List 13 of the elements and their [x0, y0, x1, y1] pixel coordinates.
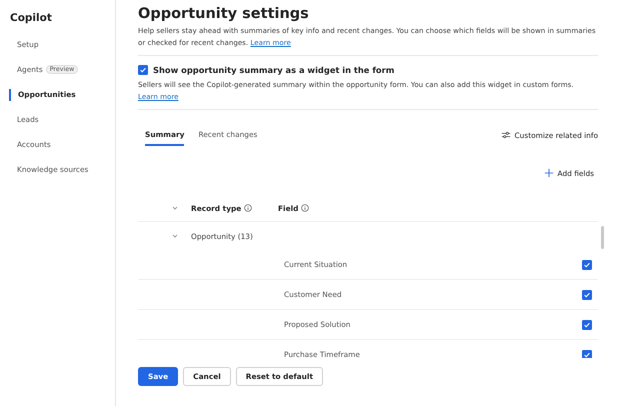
field-checkbox[interactable]	[582, 260, 592, 270]
info-icon	[244, 204, 252, 212]
plus-icon	[544, 168, 554, 178]
field-checkbox[interactable]	[582, 320, 592, 330]
sidebar-title: Copilot	[9, 12, 53, 24]
widget-option-label: Show opportunity summary as a widget in the form	[153, 65, 394, 75]
sliders-icon	[500, 130, 510, 140]
field-checkbox[interactable]	[582, 350, 592, 358]
widget-checkbox[interactable]	[138, 65, 148, 75]
field-checkbox[interactable]	[582, 290, 592, 300]
scrollbar-thumb[interactable]	[601, 226, 604, 249]
page-title: Opportunity settings	[138, 6, 310, 22]
info-icon	[301, 204, 310, 212]
